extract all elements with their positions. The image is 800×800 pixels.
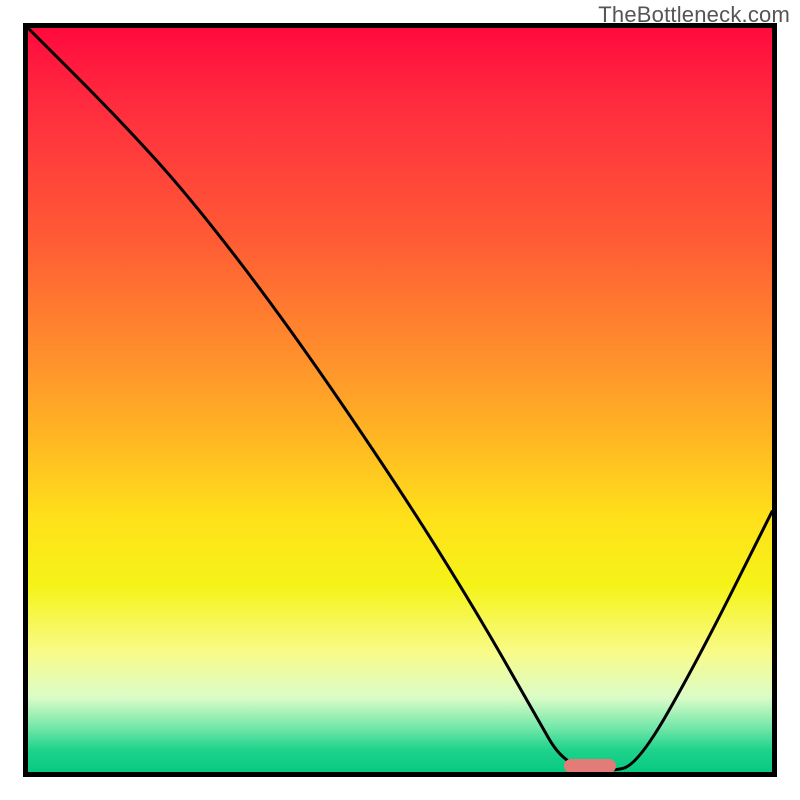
chart-frame: TheBottleneck.com — [0, 0, 800, 800]
watermark-text: TheBottleneck.com — [598, 2, 790, 28]
plot-area — [23, 23, 777, 777]
optimal-zone-marker — [564, 759, 616, 773]
bottleneck-curve — [28, 28, 772, 772]
